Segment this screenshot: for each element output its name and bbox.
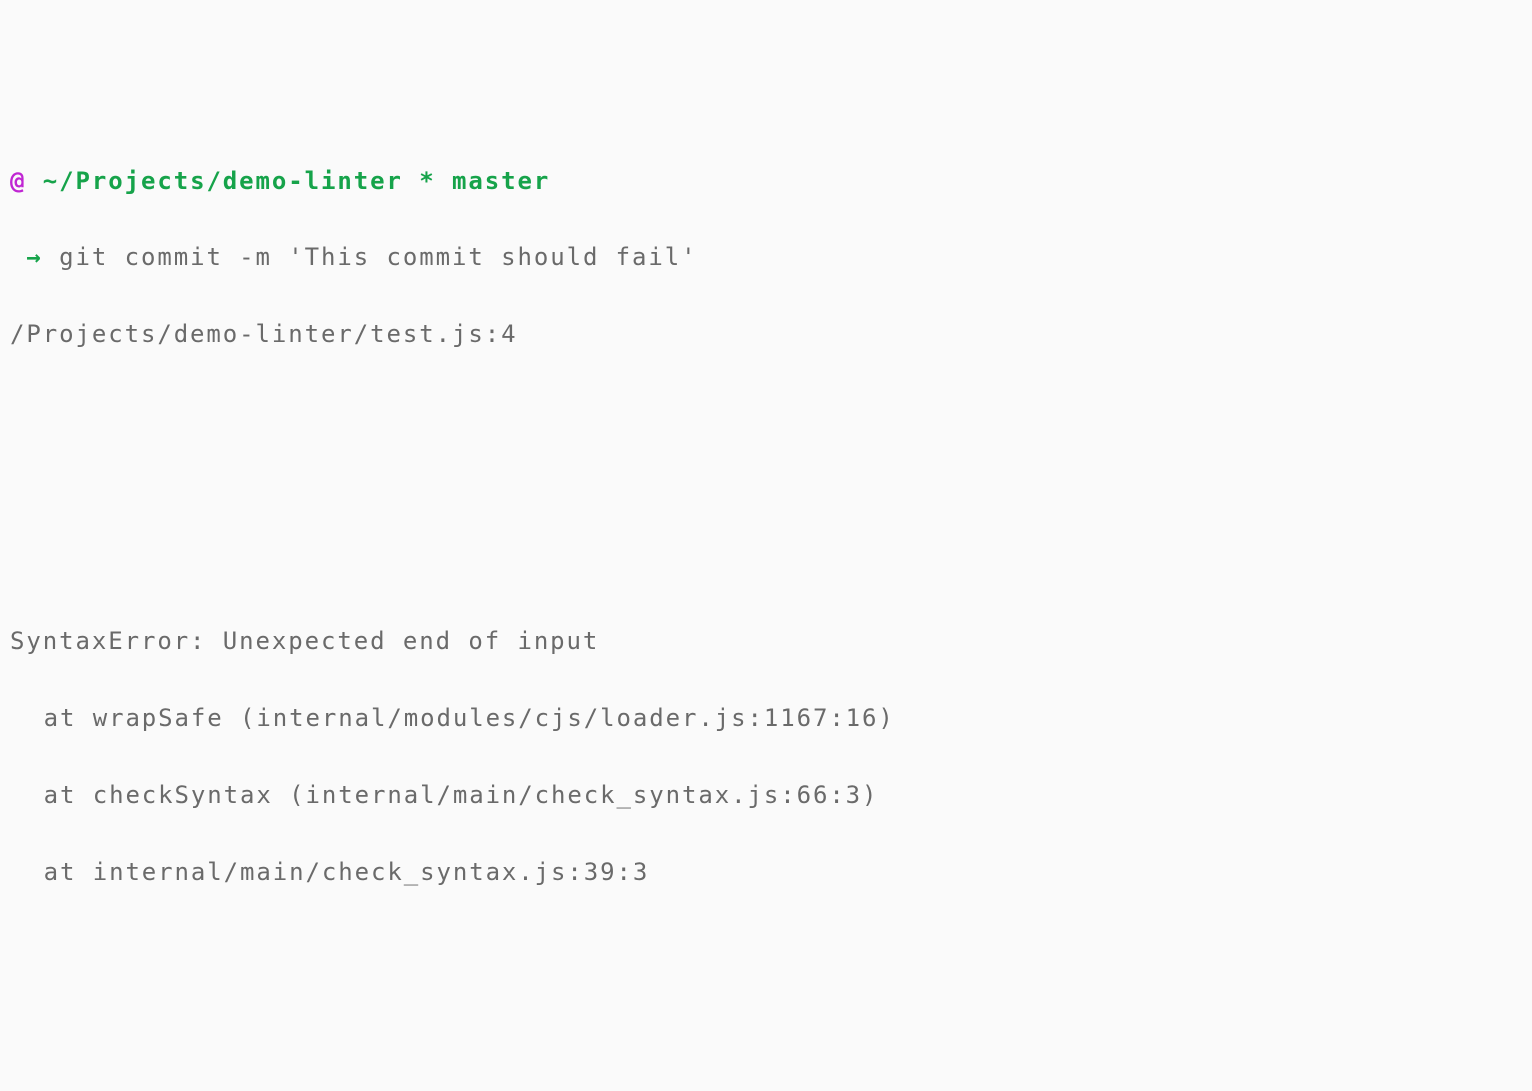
blank-line xyxy=(10,469,1522,507)
stack-trace-line: at internal/main/check_syntax.js:39:3 xyxy=(10,853,1522,891)
cmd-prefix-space xyxy=(10,243,26,271)
prompt-space xyxy=(26,167,42,195)
prompt-arrow-icon: → xyxy=(26,243,42,271)
prompt-at-symbol: @ xyxy=(10,167,26,195)
command-line[interactable]: → git commit -m 'This commit should fail… xyxy=(10,238,1522,276)
prompt-space3 xyxy=(436,167,452,195)
prompt-line: @ ~/Projects/demo-linter * master xyxy=(10,162,1522,200)
git-branch: master xyxy=(452,167,550,195)
output-file-location: /Projects/demo-linter/test.js:4 xyxy=(10,315,1522,353)
prompt-path: ~/Projects/demo-linter xyxy=(43,167,403,195)
command-text: git commit -m 'This commit should fail' xyxy=(59,243,697,271)
blank-line xyxy=(10,392,1522,430)
error-header: SyntaxError: Unexpected end of input xyxy=(10,622,1522,660)
stack-trace-line: at checkSyntax (internal/main/check_synt… xyxy=(10,776,1522,814)
prompt-space2 xyxy=(403,167,419,195)
cmd-space xyxy=(43,243,59,271)
stack-trace-line: at wrapSafe (internal/modules/cjs/loader… xyxy=(10,699,1522,737)
git-dirty-indicator: * xyxy=(419,167,435,195)
blank-line xyxy=(10,545,1522,583)
